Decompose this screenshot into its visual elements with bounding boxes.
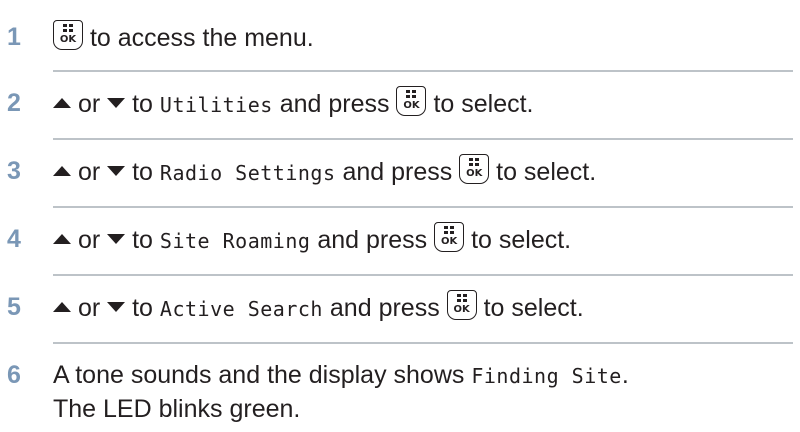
step-instruction: to select. [433, 90, 534, 118]
down-arrow-icon [107, 234, 126, 244]
step-text: or to Utilities and press OK to select. [53, 86, 534, 122]
to-word: to [132, 90, 153, 118]
or-word: or [77, 294, 101, 322]
down-arrow-icon [107, 98, 126, 108]
step-number: 2 [7, 89, 21, 117]
step-divider [53, 206, 793, 208]
step-divider [53, 138, 793, 140]
menu-item-name: Radio Settings [159, 161, 336, 185]
to-word: to [132, 226, 153, 254]
up-arrow-icon [53, 98, 71, 108]
step-instruction: A tone sounds and the display shows [53, 361, 465, 389]
step-instruction: to access the menu. [89, 24, 314, 52]
step-divider [53, 70, 793, 72]
step-text: A tone sounds and the display shows Find… [53, 358, 629, 393]
to-word: to [132, 294, 153, 322]
press-word: and press [342, 158, 453, 186]
step-instruction: to select. [471, 226, 572, 254]
step-number: 6 [7, 361, 21, 389]
menu-item-name: Site Roaming [159, 229, 311, 253]
or-word: or [77, 158, 101, 186]
menu-item-name: Active Search [159, 297, 323, 321]
menu-ok-button-icon: OK [446, 290, 477, 320]
step-instruction: The LED blinks green. [53, 395, 301, 423]
step-number: 4 [7, 225, 21, 253]
press-word: and press [317, 226, 428, 254]
press-word: and press [279, 90, 390, 118]
up-arrow-icon [53, 166, 71, 176]
display-text: Finding Site [471, 364, 622, 388]
step-text: OK to access the menu. [53, 20, 314, 55]
procedure-steps: 1 OK to access the menu. 2 or to Utiliti… [0, 0, 800, 432]
step-text: or to Site Roaming and press OK to selec… [53, 222, 571, 258]
up-arrow-icon [53, 302, 71, 312]
or-word: or [77, 226, 101, 254]
step-number: 1 [7, 23, 21, 51]
down-arrow-icon [107, 166, 126, 176]
step-number: 3 [7, 157, 21, 185]
or-word: or [77, 90, 101, 118]
menu-ok-button-icon: OK [459, 154, 490, 184]
menu-ok-button-icon: OK [396, 86, 427, 116]
step-number: 5 [7, 293, 21, 321]
to-word: to [132, 158, 153, 186]
step-text: or to Radio Settings and press OK to sel… [53, 154, 596, 190]
up-arrow-icon [53, 234, 71, 244]
menu-item-name: Utilities [159, 93, 273, 117]
menu-ok-button-icon: OK [434, 222, 465, 252]
menu-ok-button-icon: OK [53, 20, 83, 50]
sentence-end: . [621, 361, 629, 389]
step-divider [53, 274, 793, 276]
press-word: and press [329, 294, 440, 322]
step-instruction: to select. [483, 294, 584, 322]
step-divider [53, 342, 793, 344]
step-instruction: to select. [496, 158, 597, 186]
down-arrow-icon [107, 302, 126, 312]
step-text: or to Active Search and press OK to sele… [53, 290, 584, 326]
